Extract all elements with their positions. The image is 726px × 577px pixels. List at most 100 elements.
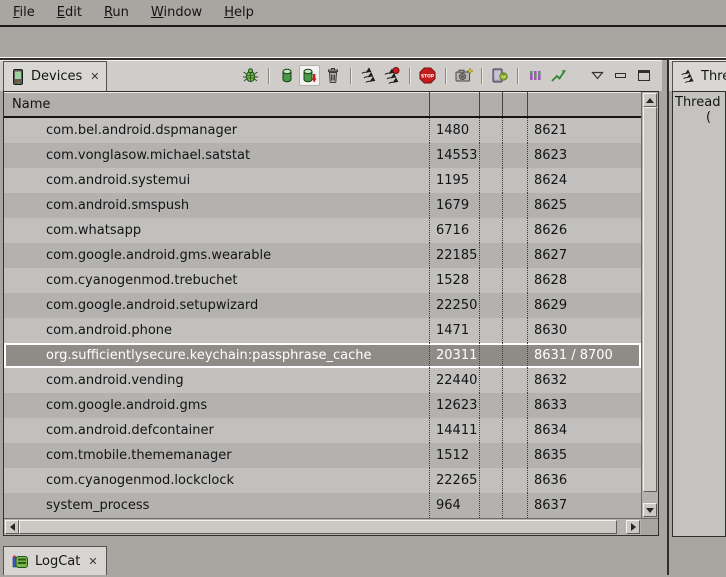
- process-name-cell: com.bel.android.dspmanager: [4, 118, 430, 143]
- cause-gc-icon[interactable]: [322, 65, 343, 86]
- update-heap-icon[interactable]: [276, 65, 297, 86]
- threads-content: Thread up (: [672, 91, 726, 537]
- start-method-profiling-icon[interactable]: [381, 65, 402, 86]
- table-row[interactable]: com.google.android.gms.wearable221858627: [4, 243, 641, 268]
- toolbar-separator: [445, 68, 446, 84]
- table-row[interactable]: com.android.systemui11958624: [4, 168, 641, 193]
- empty-cell: [480, 368, 503, 393]
- debug-process-icon[interactable]: [240, 65, 261, 86]
- empty-cell: [503, 493, 528, 518]
- table-row[interactable]: com.google.android.gms126238633: [4, 393, 641, 418]
- column-header[interactable]: [480, 92, 503, 116]
- horizontal-scrollbar-thumb[interactable]: [19, 520, 617, 534]
- table-row[interactable]: com.android.defcontainer144118634: [4, 418, 641, 443]
- empty-cell: [503, 368, 528, 393]
- table-row[interactable]: com.bel.android.dspmanager1480 8621: [4, 118, 641, 143]
- scroll-left-button[interactable]: [5, 520, 19, 534]
- devices-table: Name com.bel.android.dspmanager14808621c…: [3, 91, 659, 536]
- table-row[interactable]: org.sufficientlysecure.keychain:passphra…: [4, 343, 641, 368]
- menu-item-run[interactable]: Run: [93, 2, 140, 23]
- process-name-cell: com.android.systemui: [4, 168, 430, 193]
- pid-cell: 6716: [430, 218, 480, 243]
- process-name-cell: com.android.phone: [4, 318, 430, 343]
- pid-cell: 22185: [430, 243, 480, 268]
- device-table-body: com.bel.android.dspmanager14808621com.vo…: [4, 118, 641, 518]
- table-row[interactable]: com.android.vending224408632: [4, 368, 641, 393]
- table-row[interactable]: com.tmobile.thememanager15128635: [4, 443, 641, 468]
- empty-cell: [503, 118, 528, 143]
- tab-threads[interactable]: Threads: [672, 61, 726, 91]
- update-threads-icon[interactable]: [358, 65, 379, 86]
- threads-tab-icon: [680, 69, 695, 84]
- threads-tabstrip: Threads: [669, 60, 726, 91]
- table-row[interactable]: com.whatsapp67168626: [4, 218, 641, 243]
- stop-icon-text: STOP: [421, 73, 435, 79]
- pid-cell: 1480: [430, 118, 480, 143]
- port-cell: 8633: [528, 393, 641, 418]
- horizontal-scrollbar[interactable]: [4, 519, 641, 535]
- dump-view-hierarchy-icon[interactable]: [489, 65, 510, 86]
- pid-cell: 20311: [430, 343, 480, 368]
- pid-cell: 22440: [430, 368, 480, 393]
- port-cell: 8624: [528, 168, 641, 193]
- table-row[interactable]: com.google.android.setupwizard222508629: [4, 293, 641, 318]
- capture-systrace-icon[interactable]: [525, 65, 546, 86]
- minimize-icon[interactable]: [610, 65, 631, 86]
- dump-hprof-icon[interactable]: [299, 65, 320, 86]
- table-row[interactable]: com.cyanogenmod.trebuchet15288628: [4, 268, 641, 293]
- port-cell: 8623: [528, 143, 641, 168]
- tab-logcat[interactable]: LogCat ✕: [3, 546, 107, 575]
- devices-tabstrip: Devices ✕: [0, 60, 662, 91]
- column-header-pid[interactable]: [430, 92, 480, 116]
- empty-cell: [480, 343, 503, 368]
- empty-cell: [503, 418, 528, 443]
- column-header-port[interactable]: [528, 92, 641, 116]
- process-name-cell: com.google.android.gms.wearable: [4, 243, 430, 268]
- empty-cell: [480, 418, 503, 443]
- table-row[interactable]: com.android.phone14718630: [4, 318, 641, 343]
- empty-cell: [503, 168, 528, 193]
- tab-devices-close-icon[interactable]: ✕: [88, 70, 99, 83]
- view-menu-icon[interactable]: [587, 65, 608, 86]
- tab-threads-label: Threads: [701, 69, 726, 84]
- vertical-scrollbar[interactable]: [641, 92, 658, 518]
- process-name-cell: com.vonglasow.michael.satstat: [4, 143, 430, 168]
- menu-item-file[interactable]: File: [2, 2, 46, 23]
- device-phone-icon: [11, 69, 25, 85]
- empty-cell: [480, 118, 503, 143]
- empty-cell: [503, 468, 528, 493]
- port-cell: 8637: [528, 493, 641, 518]
- table-row[interactable]: com.android.smspush16798625: [4, 193, 641, 218]
- column-header-name[interactable]: Name: [4, 92, 430, 116]
- process-name-cell: system_process: [4, 493, 430, 518]
- port-cell: 8636: [528, 468, 641, 493]
- empty-cell: [503, 318, 528, 343]
- menu-item-help[interactable]: Help: [213, 2, 265, 23]
- scrollbar-corner: [641, 519, 658, 535]
- empty-cell: [480, 268, 503, 293]
- table-row[interactable]: system_process9648637: [4, 493, 641, 518]
- table-row[interactable]: com.vonglasow.michael.satstat145538623: [4, 143, 641, 168]
- tab-logcat-close-icon[interactable]: ✕: [86, 555, 97, 568]
- views-area: Devices ✕: [0, 58, 726, 575]
- stop-process-icon[interactable]: STOP: [417, 65, 438, 86]
- vertical-scrollbar-thumb[interactable]: [643, 107, 657, 492]
- scroll-up-button[interactable]: [643, 93, 657, 107]
- main-toolbar: [0, 27, 726, 58]
- menu-item-window[interactable]: Window: [140, 2, 213, 23]
- empty-cell: [503, 443, 528, 468]
- port-cell: 8629: [528, 293, 641, 318]
- menu-item-edit[interactable]: Edit: [46, 2, 93, 23]
- toolbar-separator: [517, 68, 518, 84]
- screen-capture-icon[interactable]: [453, 65, 474, 86]
- tab-devices[interactable]: Devices ✕: [3, 61, 107, 91]
- scroll-down-button[interactable]: [643, 503, 657, 517]
- start-opengl-trace-icon[interactable]: [548, 65, 569, 86]
- column-header[interactable]: [503, 92, 528, 116]
- table-row[interactable]: com.cyanogenmod.lockclock222658636: [4, 468, 641, 493]
- empty-cell: [480, 193, 503, 218]
- scroll-right-button[interactable]: [626, 520, 640, 534]
- empty-cell: [480, 168, 503, 193]
- maximize-icon[interactable]: [633, 65, 654, 86]
- port-cell: 8621: [528, 118, 641, 143]
